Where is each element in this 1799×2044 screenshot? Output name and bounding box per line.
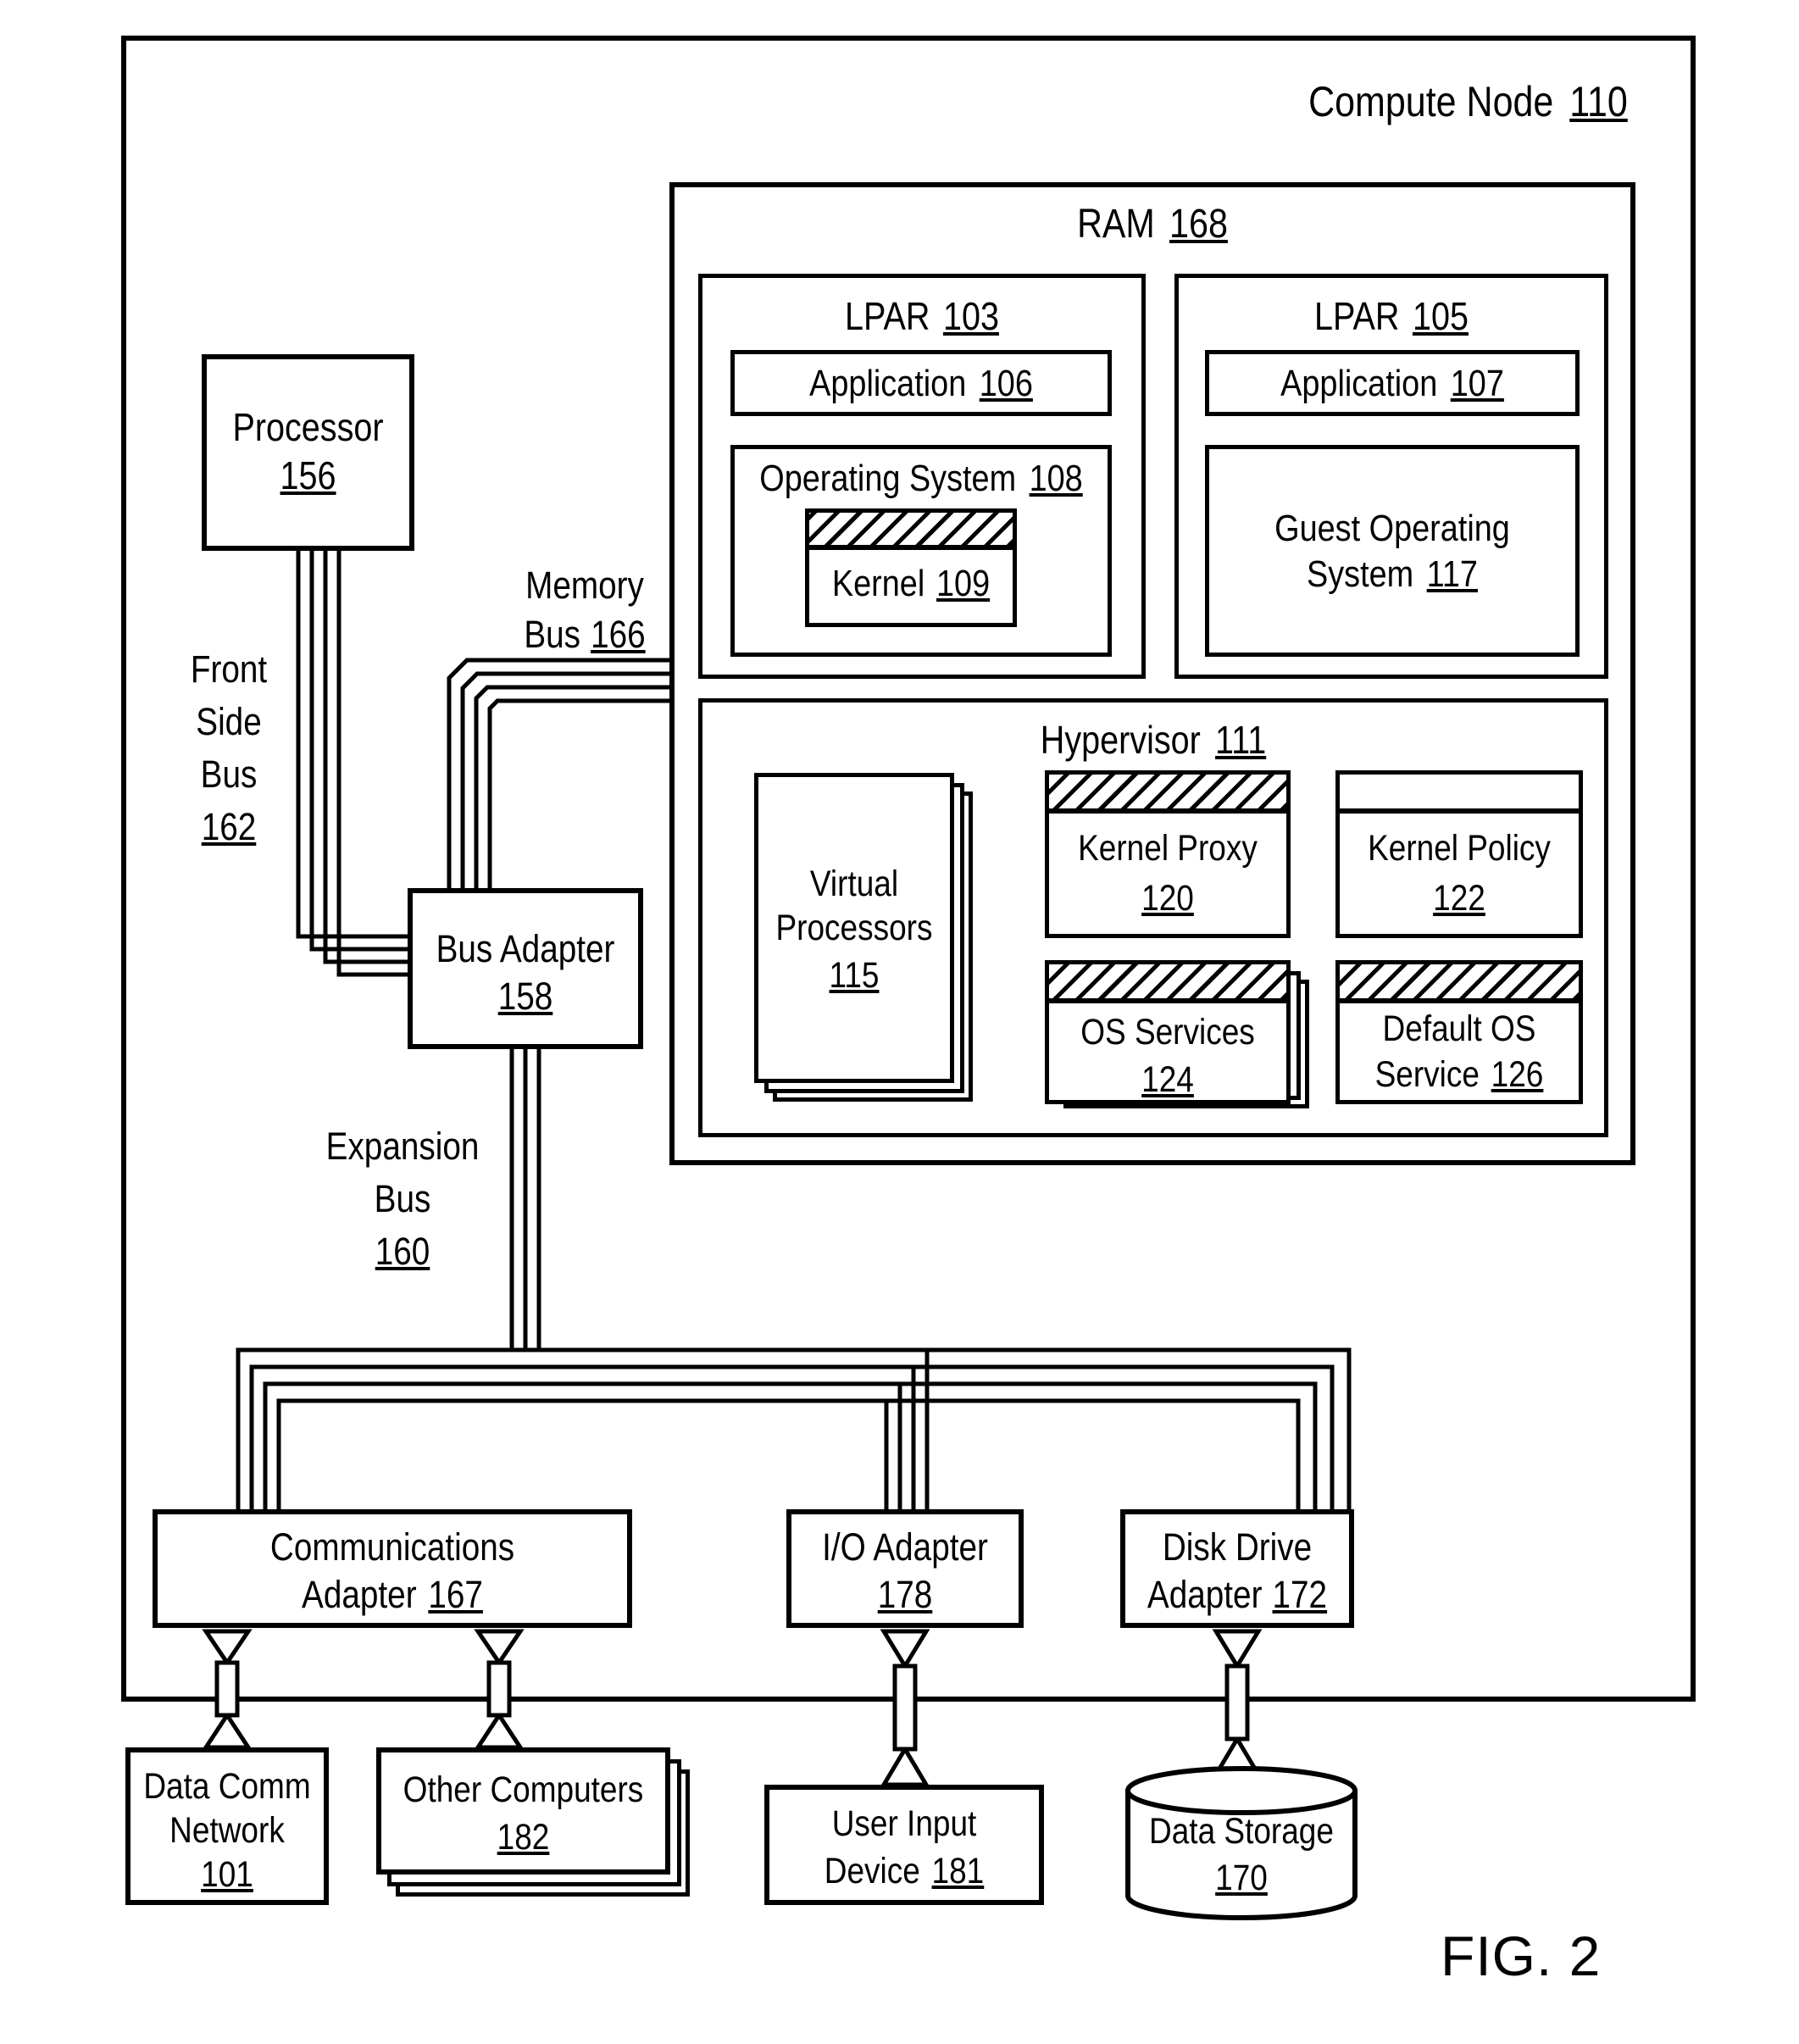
data-comm-network-line1: Data Comm — [140, 1764, 314, 1808]
user-input-device-text-2: Device — [824, 1850, 920, 1891]
data-comm-network-line2: Network — [140, 1808, 314, 1852]
arrow-disk-to-storage — [1212, 1629, 1263, 1777]
figure-caption: FIG. 2 — [1441, 1924, 1712, 1991]
other-computers-text-1: Other Computers — [403, 1769, 644, 1810]
user-input-device-text-1: User Input — [831, 1802, 977, 1844]
data-comm-network-ref-line: 101 — [140, 1852, 314, 1897]
other-computers-ref: 182 — [497, 1816, 550, 1858]
arrow-io-to-user-input — [880, 1629, 930, 1787]
other-computers-ref-line: 182 — [397, 1815, 649, 1859]
other-computers-line1: Other Computers — [397, 1768, 649, 1812]
data-storage-ref: 170 — [1215, 1857, 1268, 1898]
data-storage-line1: Data Storage — [1140, 1809, 1344, 1853]
data-storage-text-1: Data Storage — [1149, 1810, 1334, 1852]
arrow-comms-to-other-computers — [474, 1629, 525, 1750]
figure-caption-text: FIG. 2 — [1441, 1925, 1602, 1987]
data-comm-network-ref: 101 — [201, 1853, 253, 1895]
arrow-comms-to-network — [202, 1629, 253, 1750]
data-comm-network-text-2: Network — [169, 1809, 285, 1851]
user-input-device-line1: User Input — [784, 1802, 1024, 1846]
data-comm-network-text-1: Data Comm — [143, 1765, 311, 1807]
connector-arrows — [202, 1629, 1263, 1787]
user-input-device-ref: 181 — [931, 1850, 985, 1891]
data-storage-ref-line: 170 — [1140, 1856, 1344, 1900]
user-input-device-line2: Device 181 — [784, 1849, 1024, 1893]
